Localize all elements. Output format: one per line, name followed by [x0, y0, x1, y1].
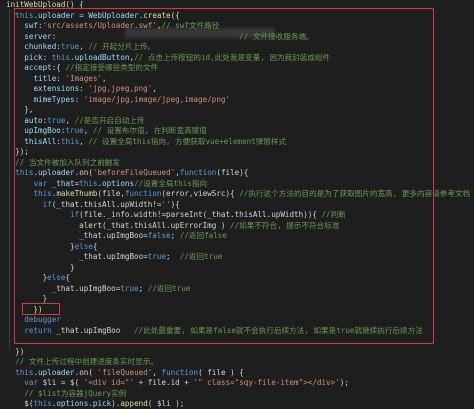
code-token: on	[79, 367, 89, 377]
code-token: var	[24, 378, 39, 387]
code-editor[interactable]: initWebUpload() { this.uploader = WebUpl…	[0, 0, 474, 409]
code-token: // $list为容器jQuery实例	[24, 388, 127, 398]
code-token: 'fileQueued'	[97, 367, 153, 377]
code-token: })	[6, 346, 25, 356]
highlight-box-debugger	[22, 303, 60, 315]
code-token: ( $li );	[147, 399, 185, 408]
code-token: (	[88, 367, 98, 377]
code-token: $li = $(	[38, 378, 84, 387]
highlight-box-uploader-config	[14, 8, 434, 344]
code-token: '<div id="'	[83, 378, 135, 387]
code-token: ).	[111, 399, 121, 408]
code-token: );	[339, 378, 349, 387]
code-line[interactable]: this.uploader.on( 'fileQueued', function…	[6, 367, 244, 378]
code-line[interactable]: })	[6, 346, 24, 357]
code-token: pick	[92, 399, 112, 408]
code-token: $(	[6, 399, 34, 408]
code-token: ,	[152, 367, 162, 377]
code-line[interactable]: // $list为容器jQuery实例	[6, 388, 126, 399]
code-token: append	[120, 399, 148, 408]
code-token: options	[56, 399, 89, 408]
code-line[interactable]: // 文件上传过程中创建进度条实时显示。	[6, 356, 158, 367]
code-token: uploader	[38, 367, 75, 377]
code-token: ( file ) {	[198, 367, 244, 377]
code-token: this	[33, 399, 52, 408]
code-token: '" class="sqy-file-item"></div>'	[193, 378, 340, 387]
code-token: function	[161, 367, 199, 377]
code-token: this	[15, 367, 34, 377]
code-line[interactable]: $(this.options.pick).append( $li );	[6, 398, 184, 409]
code-token: // 文件上传过程中创建进度条实时显示。	[15, 357, 158, 366]
code-token: + file.id +	[134, 378, 194, 387]
code-line[interactable]: var $li = $( '<div id="' + file.id + '" …	[6, 377, 349, 388]
